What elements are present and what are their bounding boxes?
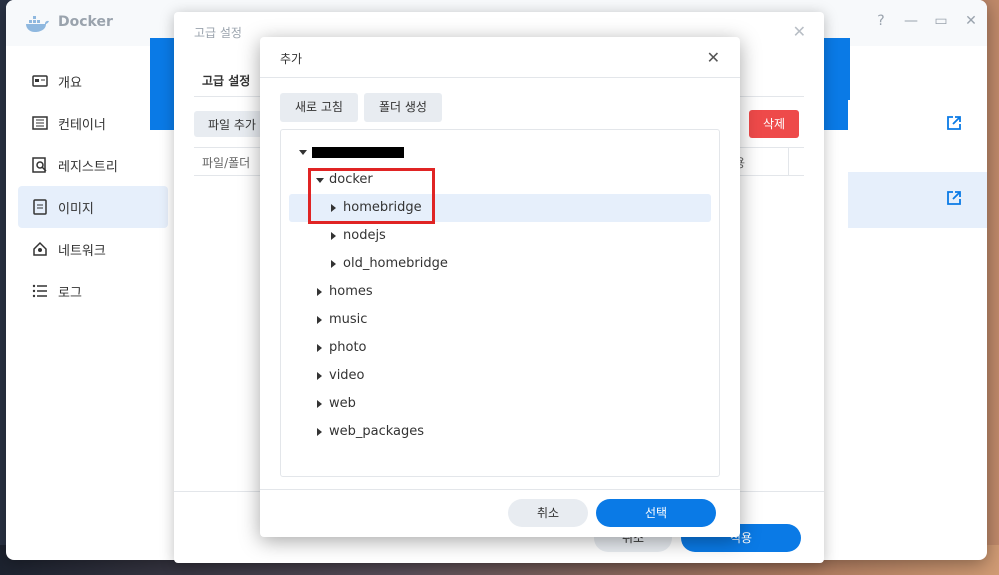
tree-node-label: web_packages: [329, 424, 425, 439]
open-external-icon[interactable]: [946, 190, 962, 206]
sidebar-item-label: 레지스트리: [58, 159, 118, 175]
tree-node-label: web: [329, 396, 356, 411]
tree-node-music[interactable]: music: [289, 306, 711, 334]
app-title: Docker: [58, 14, 113, 30]
tree-node-label: homes: [329, 284, 373, 299]
refresh-button[interactable]: 새로 고침: [280, 93, 358, 122]
create-folder-button[interactable]: 폴더 생성: [364, 93, 442, 122]
sidebar-item-overview[interactable]: 개요: [18, 60, 168, 102]
delete-button[interactable]: 삭제: [749, 110, 799, 138]
add-folder-dialog: 추가 ✕ 새로 고침 폴더 생성 docker homebridge nodej…: [260, 37, 740, 537]
help-icon[interactable]: ?: [873, 13, 889, 29]
tree-node-web-packages[interactable]: web_packages: [289, 418, 711, 446]
chevron-right-icon[interactable]: [317, 316, 322, 324]
chevron-right-icon[interactable]: [317, 400, 322, 408]
tree-node-photo[interactable]: photo: [289, 334, 711, 362]
select-button[interactable]: 선택: [596, 499, 716, 527]
image-row[interactable]: [848, 100, 987, 146]
chevron-right-icon[interactable]: [317, 288, 322, 296]
image-row-selected[interactable]: [848, 172, 987, 228]
docker-logo-icon: [26, 16, 49, 32]
tree-node-old-homebridge[interactable]: old_homebridge: [289, 250, 711, 278]
cancel-button[interactable]: 취소: [508, 499, 588, 527]
close-window-icon[interactable]: ✕: [963, 13, 979, 29]
sidebar: 개요 컨테이너 레지스트리 이미지 네트워크 로그: [18, 60, 168, 312]
tree-node-web[interactable]: web: [289, 390, 711, 418]
chevron-right-icon[interactable]: [331, 260, 336, 268]
dialog-title: 고급 설정: [194, 26, 242, 40]
sidebar-item-label: 컨테이너: [58, 117, 106, 133]
chevron-right-icon[interactable]: [317, 428, 322, 436]
sidebar-item-network[interactable]: 네트워크: [18, 228, 168, 270]
maximize-icon[interactable]: ▭: [933, 13, 949, 29]
red-highlight-annotation: [308, 168, 435, 224]
header-divider: [260, 77, 740, 78]
window-controls: ? — ▭ ✕: [873, 13, 979, 29]
close-icon[interactable]: ✕: [707, 48, 720, 67]
sidebar-item-image[interactable]: 이미지: [18, 186, 168, 228]
chevron-right-icon[interactable]: [317, 372, 322, 380]
network-icon: [32, 241, 48, 257]
tree-node-label: nodejs: [343, 228, 386, 243]
sidebar-item-label: 로그: [58, 285, 82, 301]
tree-node-nodejs[interactable]: nodejs: [289, 222, 711, 250]
sidebar-item-label: 네트워크: [58, 243, 106, 259]
image-icon: [32, 199, 48, 215]
sidebar-item-registry[interactable]: 레지스트리: [18, 144, 168, 186]
chevron-right-icon[interactable]: [317, 344, 322, 352]
sidebar-item-log[interactable]: 로그: [18, 270, 168, 312]
chevron-down-icon[interactable]: [299, 150, 307, 155]
chevron-right-icon[interactable]: [331, 232, 336, 240]
container-icon: [32, 115, 48, 131]
add-file-button[interactable]: 파일 추가: [194, 111, 264, 137]
registry-search-icon: [32, 157, 48, 173]
tab-advanced-settings[interactable]: 고급 설정: [202, 72, 250, 89]
minimize-icon[interactable]: —: [903, 13, 919, 29]
overview-icon: [32, 73, 48, 89]
footer-divider: [260, 489, 740, 490]
log-list-icon: [32, 283, 48, 299]
dialog-title: 추가: [280, 52, 303, 66]
tree-node-video[interactable]: video: [289, 362, 711, 390]
tree-node-label: video: [329, 368, 365, 383]
tree-node-homes[interactable]: homes: [289, 278, 711, 306]
open-external-icon[interactable]: [946, 115, 962, 131]
tree-node-label: photo: [329, 340, 367, 355]
column-divider: [788, 148, 789, 176]
tree-node-label: old_homebridge: [343, 256, 448, 271]
tree-node-root[interactable]: [289, 138, 711, 166]
tree-node-label: music: [329, 312, 368, 327]
close-icon[interactable]: ✕: [793, 22, 806, 41]
column-header-file-folder: 파일/폴더: [202, 156, 251, 170]
redacted-label: [312, 147, 404, 158]
sidebar-item-container[interactable]: 컨테이너: [18, 102, 168, 144]
sidebar-item-label: 개요: [58, 75, 82, 91]
sidebar-item-label: 이미지: [58, 201, 94, 217]
